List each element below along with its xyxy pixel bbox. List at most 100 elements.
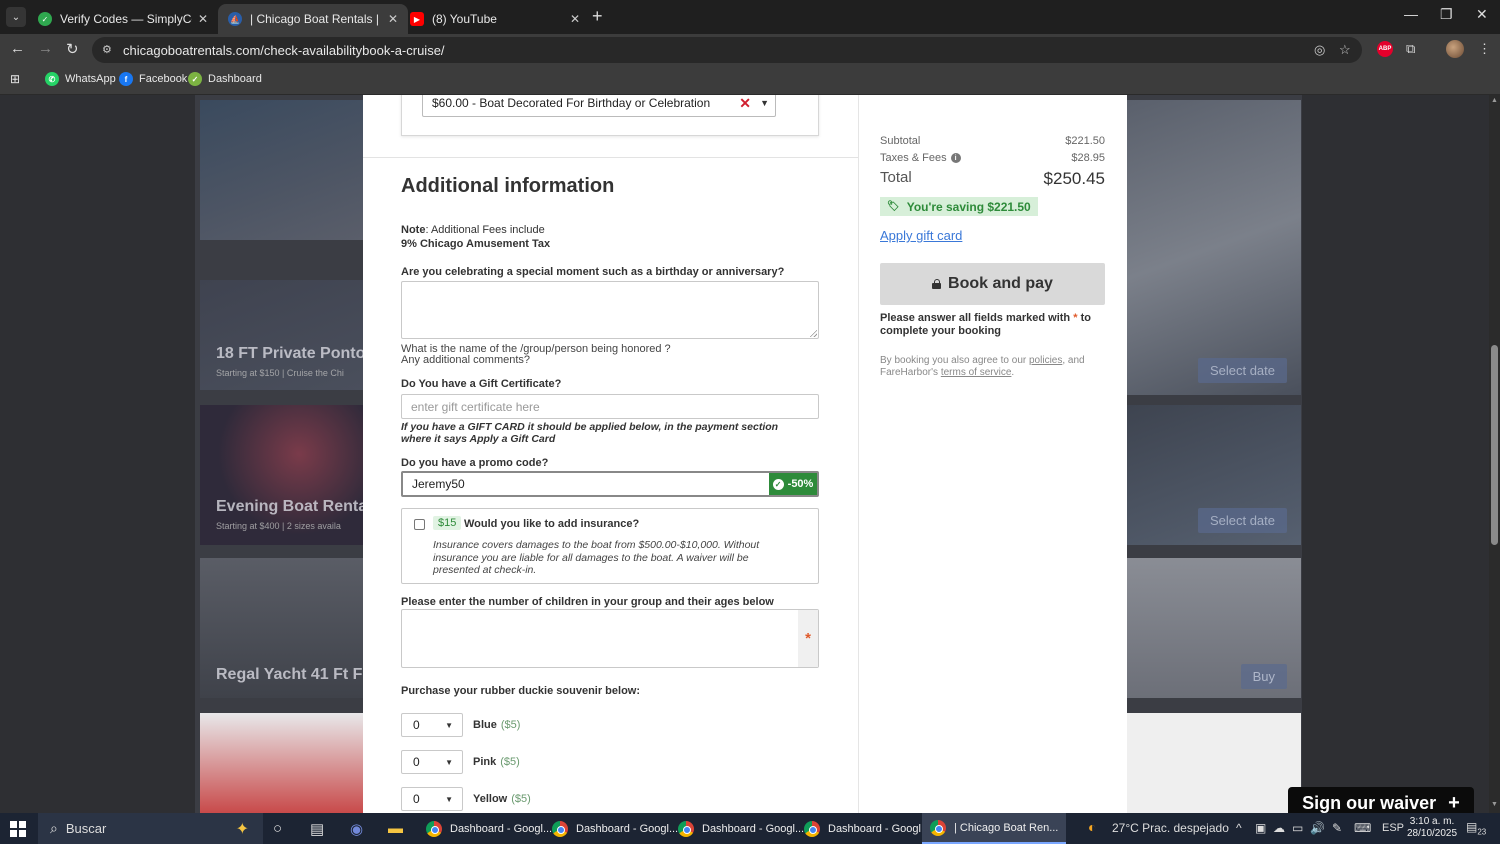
policies-link[interactable]: policies [1029,355,1062,366]
apply-gift-card-link[interactable]: Apply gift card [880,228,962,243]
gift-certificate-input[interactable] [401,394,819,419]
tracking-protection-icon[interactable]: ◎ [1314,42,1325,58]
waiver-label: Sign our waiver [1302,793,1437,813]
keyboard-icon[interactable]: ⌨ [1354,821,1371,835]
tray-app-icon[interactable]: ▣ [1255,821,1266,835]
required-field-marker: * [798,610,818,667]
book-and-pay-button[interactable]: Book and pay [880,263,1105,305]
taskbar-app-chrome[interactable]: Dashboard - Googl... [670,813,812,844]
duckie-quantity-select[interactable]: 0 ▼ [401,750,463,774]
tray-device-icon[interactable]: ▭ [1292,821,1303,835]
bookmark-star-icon[interactable]: ☆ [1339,42,1351,58]
resize-grip-icon[interactable] [809,329,817,337]
tray-cloud-icon[interactable]: ☁ [1273,821,1285,835]
clear-selection-icon[interactable]: ✕ [739,95,751,112]
menu-icon[interactable]: ⋮ [1478,41,1491,57]
background-buy-button: Buy [1240,664,1287,689]
taxes-label: Taxes & Fees [880,152,947,164]
start-button[interactable] [10,821,26,837]
file-explorer-icon[interactable]: ▬ [388,820,403,837]
address-bar[interactable]: ⚙ chicagoboatrentals.com/check-availabil… [92,37,1362,63]
weather-icon[interactable]: ◐ [1088,819,1096,835]
chrome-icon [426,820,442,837]
page-scrollbar[interactable]: ▲ ▼ [1489,95,1500,813]
discord-icon[interactable]: ◉ [350,820,363,838]
bookmark-whatsapp[interactable]: ✆ WhatsApp [45,72,116,86]
task-view-icon[interactable]: ▤ [310,820,324,838]
notifications-icon[interactable]: ▤23 [1466,820,1486,836]
background-select-date-button: Select date [1197,358,1287,383]
minimize-button[interactable]: — [1404,6,1418,22]
duckie-price: ($5) [511,793,531,805]
taskbar-app-chrome[interactable]: Dashboard - Googl... [544,813,686,844]
scroll-up-icon[interactable]: ▲ [1491,97,1498,104]
bookmark-facebook[interactable]: f Facebook [119,72,187,86]
terms-of-service-link[interactable]: terms of service [941,367,1012,378]
background-card: Select date [1127,405,1301,545]
cortana-icon[interactable]: ○ [273,820,282,837]
taskbar-app-chrome-active[interactable]: | Chicago Boat Ren... [922,813,1067,844]
close-tab-icon[interactable]: ✕ [198,12,208,26]
tab-youtube[interactable]: ▶ (8) YouTube ✕ [400,4,590,34]
promo-code-input[interactable] [403,473,768,495]
app-label: Dashboard - Googl... [702,822,805,835]
note-text: : Additional Fees include [425,224,545,236]
bookmark-dashboard[interactable]: ✓ Dashboard [188,72,262,86]
new-tab-button[interactable]: + [592,6,603,27]
taskbar-app-chrome[interactable]: Dashboard - Googl... [796,813,938,844]
gift-certificate-label: Do You have a Gift Certificate? [401,378,562,390]
duckie-price: ($5) [500,719,521,731]
scroll-down-icon[interactable]: ▼ [1491,801,1498,808]
tab-search-button[interactable]: ⌄ [6,7,26,27]
profile-avatar[interactable] [1446,40,1464,58]
reload-button[interactable]: ↻ [66,40,79,58]
background-card-title: Regal Yacht 41 Ft Fl [216,666,365,683]
upgrade-select[interactable]: $60.00 - Boat Decorated For Birthday or … [422,95,776,117]
facebook-icon: f [119,72,133,86]
extensions-icon[interactable]: ⧉ [1406,41,1415,57]
celebration-textarea[interactable] [401,281,819,339]
subtotal-label: Subtotal [880,135,921,147]
sign-waiver-button[interactable]: Sign our waiver + [1288,787,1474,813]
system-clock[interactable]: 3:10 a. m. 28/10/2025 [1407,816,1457,840]
tab-chicago-boat-rentals[interactable]: ⛵ | Chicago Boat Rentals | Rent a ✕ [218,4,408,34]
duckie-quantity-select[interactable]: 0 ▼ [401,787,463,811]
children-textarea[interactable]: * [401,609,819,668]
tag-icon: 🏷 [887,201,900,212]
duckie-row-yellow: 0 ▼ Yellow ($5) [401,787,531,811]
info-icon[interactable]: i [950,153,961,164]
pen-icon[interactable]: ✎ [1332,821,1342,835]
close-window-button[interactable]: ✕ [1476,6,1488,23]
celebration-label: Are you celebrating a special moment suc… [401,266,785,278]
chevron-down-icon[interactable]: ▼ [760,98,769,108]
terms-text-part: By booking you also agree to our [880,355,1027,366]
whatsapp-icon: ✆ [45,72,59,86]
scrollbar-thumb[interactable] [1491,345,1498,545]
weather-text[interactable]: 27°C Prac. despejado [1112,821,1229,835]
back-button[interactable]: ← [10,40,25,57]
volume-icon[interactable]: 🔊 [1310,821,1325,835]
taskbar-search[interactable]: ⌕ Buscar ✦ [38,813,263,844]
close-tab-icon[interactable]: ✕ [570,12,580,26]
duckie-quantity-select[interactable]: 0 ▼ [401,713,463,737]
close-tab-icon[interactable]: ✕ [388,12,398,26]
forward-button[interactable]: → [38,40,53,57]
tab-simplycodes[interactable]: ✓ Verify Codes — SimplyCodes ✕ [28,4,218,34]
taskbar-app-chrome[interactable]: Dashboard - Googl... [418,813,560,844]
taxes-value: $28.95 [1071,152,1105,164]
apps-icon[interactable]: ⊞ [10,72,20,86]
background-card-title: 18 FT Private Ponto [216,345,365,362]
adblock-extension-icon[interactable]: ABP [1377,41,1393,57]
site-info-icon[interactable]: ⚙ [102,43,112,56]
show-hidden-icons[interactable]: ^ [1236,821,1242,835]
restore-button[interactable]: ❐ [1440,6,1453,23]
background-card-subtitle: Starting at $400 | 2 sizes availa [216,521,341,531]
chrome-icon [552,820,568,837]
chrome-icon [930,819,946,836]
dashboard-icon: ✓ [188,72,202,86]
page-viewport: 18 FT Private Ponto 18 FT Private Ponto … [0,95,1500,813]
language-indicator[interactable]: ESP [1382,822,1404,834]
windows-taskbar: ⌕ Buscar ✦ ○ ▤ ◉ ▬ Dashboard - Googl... … [0,813,1500,844]
insurance-checkbox[interactable] [414,519,425,530]
tab-title: | Chicago Boat Rentals | Rent a [250,12,382,26]
